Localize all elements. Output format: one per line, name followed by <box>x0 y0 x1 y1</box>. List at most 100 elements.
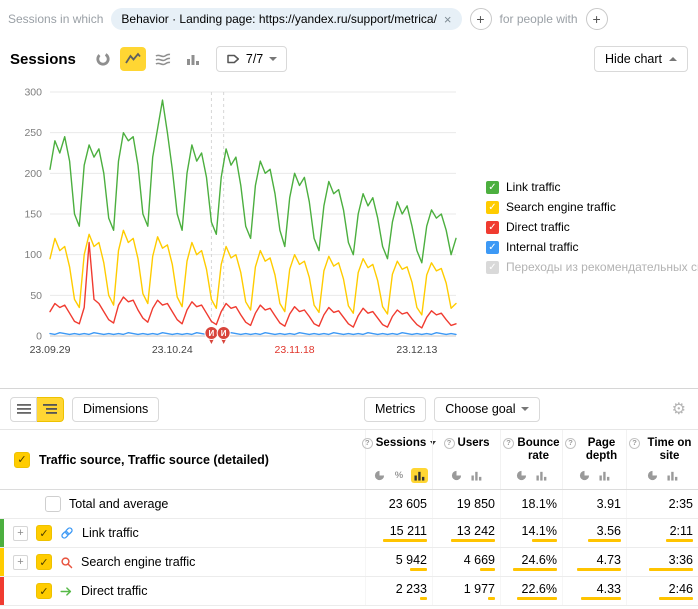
expand-row-button[interactable]: + <box>13 555 28 570</box>
column-label[interactable]: ?Users <box>444 437 490 450</box>
legend-checkbox-icon[interactable]: ✓ <box>486 181 499 194</box>
help-icon[interactable]: ? <box>503 438 514 449</box>
column-label-text: Users <box>458 437 490 450</box>
legend-item[interactable]: ✓ Link traffic <box>486 180 698 194</box>
line-chart-icon <box>125 51 141 67</box>
metric-value: 14.1% <box>522 524 557 538</box>
choose-goal-button[interactable]: Choose goal <box>434 397 540 422</box>
metric-bar <box>517 597 557 600</box>
view-switcher <box>10 397 64 422</box>
table-group-title: Traffic source, Traffic source (detailed… <box>39 453 269 467</box>
segment-chip-label: Behavior · Landing page: https://yandex.… <box>121 12 437 26</box>
legend-checkbox-icon[interactable]: ✓ <box>486 201 499 214</box>
toggle-pie-icon[interactable] <box>448 468 465 483</box>
toggle-pie-icon[interactable] <box>371 468 388 483</box>
metric-cell: 19 850 <box>432 490 500 518</box>
toggle-pie-icon[interactable] <box>644 468 661 483</box>
metric-value: 3:36 <box>669 553 693 567</box>
segment-chip[interactable]: Behavior · Landing page: https://yandex.… <box>111 8 461 30</box>
metric-value: 22.6% <box>522 582 557 596</box>
choose-goal-label: Choose goal <box>445 402 515 416</box>
row-checkbox[interactable]: ✓ <box>36 583 52 599</box>
table-row[interactable]: +✓Search engine traffic5 9424 66924.6%4.… <box>0 548 698 577</box>
toggle-pie-icon[interactable] <box>576 468 593 483</box>
legend-item[interactable]: ✓Direct traffic <box>486 220 698 234</box>
chart-type-stacked-button[interactable] <box>150 47 176 71</box>
add-people-filter-button[interactable]: + <box>586 8 608 30</box>
column-label[interactable]: ?Sessions <box>362 437 437 450</box>
tree-view-icon <box>43 403 57 415</box>
toggle-percent-icon[interactable]: % <box>391 468 408 483</box>
expand-row-button[interactable]: + <box>13 526 28 541</box>
column-header-time-on-site[interactable]: ?Time on site <box>626 430 698 489</box>
direct-icon <box>60 585 73 598</box>
settings-gear-icon[interactable]: ⚙ <box>672 399 686 419</box>
toggle-bar-icon[interactable] <box>533 468 550 483</box>
help-icon[interactable]: ? <box>565 438 576 449</box>
legend-checkbox-icon[interactable]: ✓ <box>486 221 499 234</box>
chart-type-line-button[interactable] <box>120 47 146 71</box>
legend-label: Search engine traffic <box>506 200 616 214</box>
select-all-checkbox[interactable]: ✓ <box>14 452 30 468</box>
column-label[interactable]: ?Page depth <box>565 437 624 463</box>
view-tree-button[interactable] <box>37 397 64 422</box>
toggle-bar-icon[interactable] <box>411 468 428 483</box>
metric-bar <box>577 568 621 571</box>
legend-item[interactable]: ✓Переходы из рекомендательных систем <box>486 260 698 274</box>
list-view-icon <box>17 403 31 415</box>
metric-bar <box>383 539 427 542</box>
metric-value: 19 850 <box>457 497 495 511</box>
legend-checkbox-icon[interactable]: ✓ <box>486 261 499 274</box>
remove-segment-icon[interactable]: × <box>444 13 452 26</box>
help-icon[interactable]: ? <box>444 438 455 449</box>
toggle-bar-icon[interactable] <box>664 468 681 483</box>
column-label[interactable]: ?Bounce rate <box>503 437 560 463</box>
segments-dropdown[interactable]: 7/7 <box>216 46 287 72</box>
row-label: Direct traffic <box>81 584 147 598</box>
row-label: Total and average <box>69 497 168 511</box>
table-row[interactable]: ✓Direct traffic2 2331 97722.6%4.332:46 <box>0 577 698 606</box>
chart-type-doughnut-button[interactable] <box>90 47 116 71</box>
metric-value: 4 669 <box>464 553 495 567</box>
svg-text:200: 200 <box>24 168 42 180</box>
toggle-bar-icon[interactable] <box>468 468 485 483</box>
table-body: Total and average23 60519 85018.1%3.912:… <box>0 490 698 606</box>
column-header-sessions[interactable]: ?Sessions% <box>365 430 432 489</box>
row-color-strip <box>0 519 4 547</box>
svg-text:23.10.24: 23.10.24 <box>152 344 193 356</box>
metric-bar <box>451 539 495 542</box>
dimensions-button[interactable]: Dimensions <box>72 397 159 422</box>
metric-value: 2:11 <box>670 524 693 538</box>
metric-bar <box>649 568 693 571</box>
doughnut-icon <box>95 51 111 67</box>
metric-display-toggles: % <box>371 468 428 483</box>
row-checkbox[interactable]: ✓ <box>36 554 52 570</box>
metric-value: 18.1% <box>522 497 557 511</box>
legend-label: Link traffic <box>506 180 560 194</box>
column-label[interactable]: ?Time on site <box>629 437 696 463</box>
help-icon[interactable]: ? <box>362 438 373 449</box>
view-list-button[interactable] <box>10 397 37 422</box>
toggle-bar-icon[interactable] <box>596 468 613 483</box>
chart-type-columns-button[interactable] <box>180 47 206 71</box>
column-header-users[interactable]: ?Users <box>432 430 500 489</box>
legend-item[interactable]: ✓ Search engine traffic <box>486 200 698 214</box>
table-row[interactable]: +✓Link traffic15 21113 24214.1%3.562:11 <box>0 519 698 548</box>
toggle-pie-icon[interactable] <box>513 468 530 483</box>
row-checkbox[interactable]: ✓ <box>36 525 52 541</box>
filter-prefix-label: Sessions in which <box>8 12 103 26</box>
legend-checkbox-icon[interactable]: ✓ <box>486 241 499 254</box>
svg-text:300: 300 <box>24 87 42 99</box>
row-checkbox[interactable] <box>45 496 61 512</box>
add-session-filter-button[interactable]: + <box>470 8 492 30</box>
svg-text:И: И <box>221 329 227 338</box>
table-row[interactable]: Total and average23 60519 85018.1%3.912:… <box>0 490 698 519</box>
help-icon[interactable]: ? <box>629 438 640 449</box>
legend-item[interactable]: ✓Internal traffic <box>486 240 698 254</box>
column-header-page-depth[interactable]: ?Page depth <box>562 430 626 489</box>
hide-chart-button[interactable]: Hide chart <box>594 46 688 72</box>
metric-display-toggles <box>513 468 550 483</box>
column-header-bounce-rate[interactable]: ?Bounce rate <box>500 430 562 489</box>
metric-value: 3.91 <box>597 497 621 511</box>
metrics-button[interactable]: Metrics <box>364 397 426 422</box>
